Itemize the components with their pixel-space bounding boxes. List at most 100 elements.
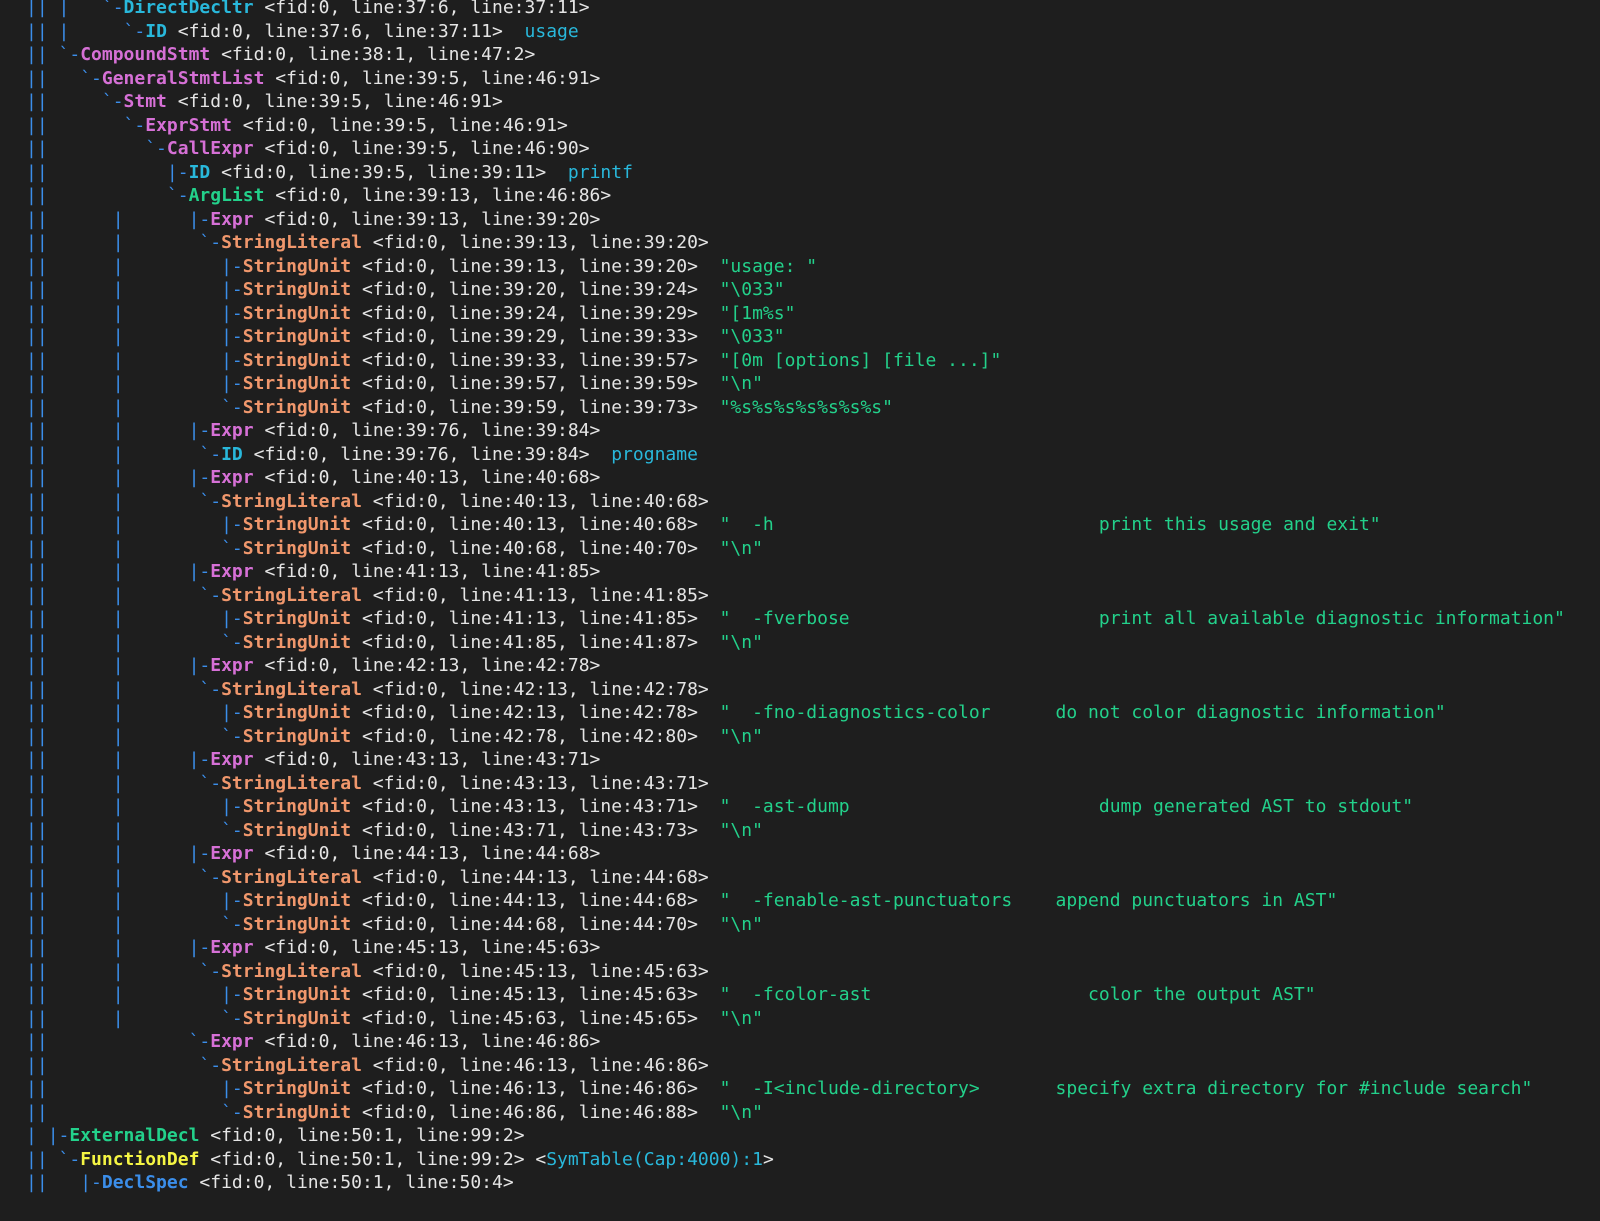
ast-node-name: Expr [210, 749, 254, 770]
ast-node-name: Expr [210, 561, 254, 582]
source-location: <fid:0, line:46:13, line:46:86> [361, 1054, 709, 1076]
tree-branch: |- [188, 749, 211, 770]
source-location: <fid:0, line:40:13, line:40:68> [361, 490, 709, 512]
tree-line: || | `-StringLiteral <fid:0, line:40:13,… [26, 490, 709, 514]
ast-node-name: StringUnit [242, 1101, 352, 1123]
tree-line: || | `-StringLiteral <fid:0, line:44:13,… [26, 866, 709, 890]
tree-line: || | |-StringUnit <fid:0, line:40:13, li… [26, 513, 1381, 537]
tree-line: || | `-DirectDecltr <fid:0, line:37:6, l… [26, 0, 590, 20]
ast-node-name: StringUnit [242, 537, 352, 559]
node-value: "\n" [697, 373, 763, 394]
ast-node-name: StringUnit [242, 725, 352, 747]
tree-line: || `-Expr <fid:0, line:46:13, line:46:86… [26, 1030, 600, 1054]
source-location: <fid:0, line:40:13, line:40:68> [253, 467, 601, 488]
tree-branch: `- [123, 114, 146, 136]
tree-line: || `-StringUnit <fid:0, line:46:86, line… [26, 1101, 763, 1125]
tree-line: | |-ExternalDecl <fid:0, line:50:1, line… [26, 1124, 525, 1148]
tree-guide: || | [26, 725, 189, 747]
tree-guide: || | [26, 608, 189, 629]
ast-node-name: StringLiteral [221, 232, 362, 253]
tree-guide: || | [26, 302, 189, 324]
tree-guide: || | [26, 678, 189, 700]
tree-line: || |-StringUnit <fid:0, line:46:13, line… [26, 1077, 1532, 1101]
tree-line: || | `-StringUnit <fid:0, line:43:71, li… [26, 819, 763, 843]
tree-line: || | |-Expr <fid:0, line:40:13, line:40:… [26, 466, 600, 490]
tree-line: || | |-Expr <fid:0, line:45:13, line:45:… [26, 936, 600, 960]
ast-node-name: StringUnit [242, 913, 352, 935]
tree-branch: |- [188, 796, 243, 817]
tree-guide: || | [26, 279, 189, 300]
source-location: <fid:0, line:39:33, line:39:57> [351, 349, 698, 371]
tree-branch: `- [188, 396, 243, 418]
tree-line: || | |-Expr <fid:0, line:41:13, line:41:… [26, 560, 600, 584]
tree-branch: `- [188, 866, 222, 888]
tree-guide: || | [26, 819, 189, 841]
ast-node-name: StringLiteral [221, 678, 362, 700]
source-location: <fid:0, line:37:6, line:37:11> [166, 20, 503, 42]
node-value: "\n" [697, 819, 763, 841]
tree-guide: || | [26, 1007, 189, 1029]
source-location: <fid:0, line:39:5, line:46:90> [253, 138, 590, 159]
tree-line: || | |-Expr <fid:0, line:44:13, line:44:… [26, 842, 600, 866]
tree-branch: `- [188, 772, 222, 794]
source-location: <fid:0, line:46:86, line:46:88> [351, 1101, 698, 1123]
source-location: <fid:0, line:41:85, line:41:87> [351, 631, 698, 653]
tree-line: || `-StringLiteral <fid:0, line:46:13, l… [26, 1054, 709, 1078]
ast-node-name: ID [145, 20, 167, 42]
node-value: " -fno-diagnostics-color do not color di… [697, 702, 1446, 723]
source-location: <fid:0, line:39:13, line:39:20> [351, 255, 698, 277]
ast-node-name: StringUnit [242, 608, 352, 629]
ast-node-name: Expr [210, 655, 254, 676]
source-location: <fid:0, line:39:57, line:39:59> [351, 373, 698, 394]
ast-node-name: ID [221, 443, 243, 465]
tree-branch: |- [188, 984, 243, 1005]
source-location: <fid:0, line:39:5, line:39:11> [210, 161, 547, 183]
ast-node-name: Stmt [123, 91, 167, 112]
tree-guide: || [26, 1101, 189, 1123]
source-location: <fid:0, line:43:13, line:43:71> [351, 796, 698, 817]
source-location: <fid:0, line:39:59, line:39:73> [351, 396, 698, 418]
tree-branch: `- [188, 678, 222, 700]
source-location: <fid:0, line:42:78, line:42:80> [351, 725, 698, 747]
tree-line: || | `-StringUnit <fid:0, line:44:68, li… [26, 913, 763, 937]
node-value: " -ast-dump dump generated AST to stdout… [697, 796, 1414, 817]
tree-guide: || | [26, 631, 189, 653]
tree-branch: `- [188, 490, 222, 512]
tree-branch: |- [188, 937, 211, 958]
tree-branch: `- [101, 0, 124, 18]
tree-branch: `- [166, 185, 189, 206]
tree-line: || `-ExprStmt <fid:0, line:39:5, line:46… [26, 114, 568, 138]
ast-node-name: DirectDecltr [123, 0, 254, 18]
source-location: <fid:0, line:50:1, line:99:2> [199, 1125, 525, 1146]
ast-node-name: StringUnit [242, 302, 352, 324]
tree-guide: || | [26, 373, 189, 394]
tree-guide: || | [26, 443, 189, 465]
tree-branch: `- [188, 584, 222, 606]
tree-branch: `- [123, 20, 146, 42]
source-location: <fid:0, line:45:13, line:45:63> [351, 984, 698, 1005]
tree-branch: `- [188, 631, 243, 653]
source-location: <fid:0, line:44:68, line:44:70> [351, 913, 698, 935]
source-location: <fid:0, line:39:76, line:39:84> [242, 443, 590, 465]
source-location: <fid:0, line:44:13, line:44:68> [253, 843, 601, 864]
tree-guide: || | [26, 561, 189, 582]
tree-line: || | |-StringUnit <fid:0, line:45:13, li… [26, 983, 1316, 1007]
ast-node-name: StringUnit [242, 396, 352, 418]
source-location: <fid:0, line:37:6, line:37:11> [253, 0, 590, 18]
tree-guide: | [26, 1125, 48, 1146]
tree-branch: `- [188, 443, 222, 465]
ast-node-name: StringUnit [242, 819, 352, 841]
tree-branch: |- [188, 655, 211, 676]
node-value: "\n" [697, 631, 763, 653]
node-value: "usage: " [697, 255, 818, 277]
tree-line: || | |-StringUnit <fid:0, line:39:20, li… [26, 278, 785, 302]
ast-node-name: StringLiteral [221, 772, 362, 794]
tree-guide: || | [26, 232, 189, 253]
tree-line: || `-CallExpr <fid:0, line:39:5, line:46… [26, 137, 590, 161]
tree-branch: |- [188, 608, 243, 629]
source-location: <fid:0, line:39:29, line:39:33> [351, 326, 698, 347]
tree-line: || | |-StringUnit <fid:0, line:44:13, li… [26, 889, 1337, 913]
tree-guide: || | [26, 843, 189, 864]
tree-line: || `-ArgList <fid:0, line:39:13, line:46… [26, 184, 611, 208]
tree-guide: || | [26, 984, 189, 1005]
